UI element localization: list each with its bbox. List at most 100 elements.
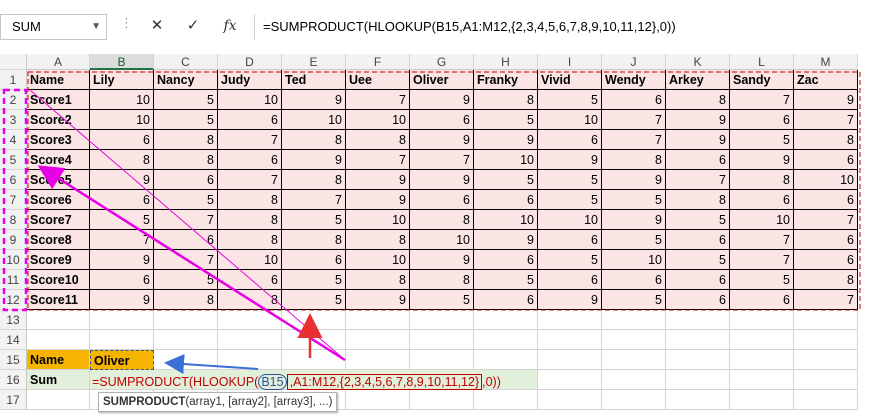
table-cell[interactable]: 5 [538,170,602,190]
row-header-12[interactable]: 12 [0,290,27,310]
column-header-h[interactable]: H [474,54,538,70]
table-cell[interactable]: 10 [538,210,602,230]
table-cell[interactable]: 8 [218,190,282,210]
empty-cell[interactable] [538,310,602,330]
empty-cell[interactable] [410,390,474,410]
table-cell[interactable]: 8 [218,210,282,230]
table-cell[interactable]: 7 [794,210,858,230]
table-cell[interactable]: 9 [794,90,858,110]
table-cell[interactable]: 6 [538,270,602,290]
empty-cell[interactable] [346,350,410,370]
table-cell[interactable]: 9 [410,170,474,190]
table-cell[interactable]: 6 [666,150,730,170]
table-cell[interactable]: 9 [346,190,410,210]
empty-cell[interactable] [218,310,282,330]
check-icon[interactable]: ✓ [181,14,205,38]
column-header-i[interactable]: I [538,54,602,70]
table-cell[interactable]: 9 [474,130,538,150]
table-cell[interactable]: 8 [154,290,218,310]
table-cell[interactable]: 9 [538,290,602,310]
table-cell[interactable]: 9 [346,290,410,310]
table-header-cell[interactable]: Judy [218,70,282,90]
table-cell[interactable]: 10 [538,110,602,130]
table-cell[interactable]: 8 [794,270,858,290]
empty-cell[interactable] [282,330,346,350]
table-cell[interactable]: 5 [154,110,218,130]
table-cell[interactable]: 5 [474,110,538,130]
table-cell[interactable]: 8 [218,290,282,310]
table-cell[interactable]: 5 [410,290,474,310]
empty-cell[interactable] [666,350,730,370]
empty-cell[interactable] [538,350,602,370]
table-cell[interactable]: 6 [538,130,602,150]
table-cell[interactable]: 5 [154,90,218,110]
table-cell[interactable]: 8 [666,190,730,210]
table-row-label[interactable]: Score2 [27,110,90,130]
table-cell[interactable]: 9 [282,150,346,170]
table-cell[interactable]: 10 [218,250,282,270]
table-cell[interactable]: 6 [154,170,218,190]
table-cell[interactable]: 5 [282,290,346,310]
table-row-label[interactable]: Score9 [27,250,90,270]
empty-cell[interactable] [730,390,794,410]
empty-cell[interactable] [474,330,538,350]
column-header-m[interactable]: M [794,54,858,70]
table-cell[interactable]: 8 [154,150,218,170]
table-cell[interactable]: 9 [410,250,474,270]
table-cell[interactable]: 5 [602,290,666,310]
row-header-1[interactable]: 1 [0,70,27,90]
empty-cell[interactable] [666,370,730,390]
row-header-3[interactable]: 3 [0,110,27,130]
row-header-13[interactable]: 13 [0,310,27,330]
table-header-cell[interactable]: Vivid [538,70,602,90]
table-cell[interactable]: 6 [538,230,602,250]
table-cell[interactable]: 6 [730,110,794,130]
table-cell[interactable]: 6 [90,270,154,290]
table-row-label[interactable]: Score4 [27,150,90,170]
table-cell[interactable]: 8 [410,210,474,230]
empty-cell[interactable] [90,330,154,350]
table-cell[interactable]: 5 [538,190,602,210]
function-tooltip[interactable]: SUMPRODUCT(array1, [array2], [array3], .… [98,392,338,412]
empty-cell[interactable] [90,310,154,330]
table-cell[interactable]: 6 [410,110,474,130]
table-cell[interactable]: 5 [154,190,218,210]
column-header-b[interactable]: B [90,54,154,70]
row-header-11[interactable]: 11 [0,270,27,290]
empty-cell[interactable] [218,350,282,370]
table-cell[interactable]: 8 [90,150,154,170]
table-cell[interactable]: 9 [602,210,666,230]
table-cell[interactable]: 9 [666,130,730,150]
table-cell[interactable]: 10 [346,110,410,130]
table-cell[interactable]: 6 [602,270,666,290]
table-cell[interactable]: 7 [346,150,410,170]
empty-cell[interactable] [154,310,218,330]
table-cell[interactable]: 6 [794,230,858,250]
table-cell[interactable]: 10 [282,110,346,130]
table-cell[interactable]: 9 [538,150,602,170]
table-cell[interactable]: 9 [410,130,474,150]
table-cell[interactable]: 5 [474,270,538,290]
table-cell[interactable]: 7 [154,210,218,230]
table-cell[interactable]: 6 [90,130,154,150]
table-row-label[interactable]: Score8 [27,230,90,250]
table-row-label[interactable]: Score7 [27,210,90,230]
table-cell[interactable]: 9 [346,170,410,190]
table-cell[interactable]: 8 [282,130,346,150]
empty-cell[interactable] [666,390,730,410]
table-cell[interactable]: 8 [474,90,538,110]
table-cell[interactable]: 9 [730,150,794,170]
row-header-2[interactable]: 2 [0,90,27,110]
empty-cell[interactable] [154,350,218,370]
table-cell[interactable]: 6 [730,290,794,310]
empty-cell[interactable] [27,310,90,330]
table-cell[interactable]: 9 [666,110,730,130]
row-header-6[interactable]: 6 [0,170,27,190]
table-cell[interactable]: 5 [666,250,730,270]
column-header-l[interactable]: L [730,54,794,70]
table-cell[interactable]: 9 [282,90,346,110]
table-cell[interactable]: 7 [730,230,794,250]
table-cell[interactable]: 5 [282,210,346,230]
row-header-5[interactable]: 5 [0,150,27,170]
table-cell[interactable]: 6 [602,90,666,110]
